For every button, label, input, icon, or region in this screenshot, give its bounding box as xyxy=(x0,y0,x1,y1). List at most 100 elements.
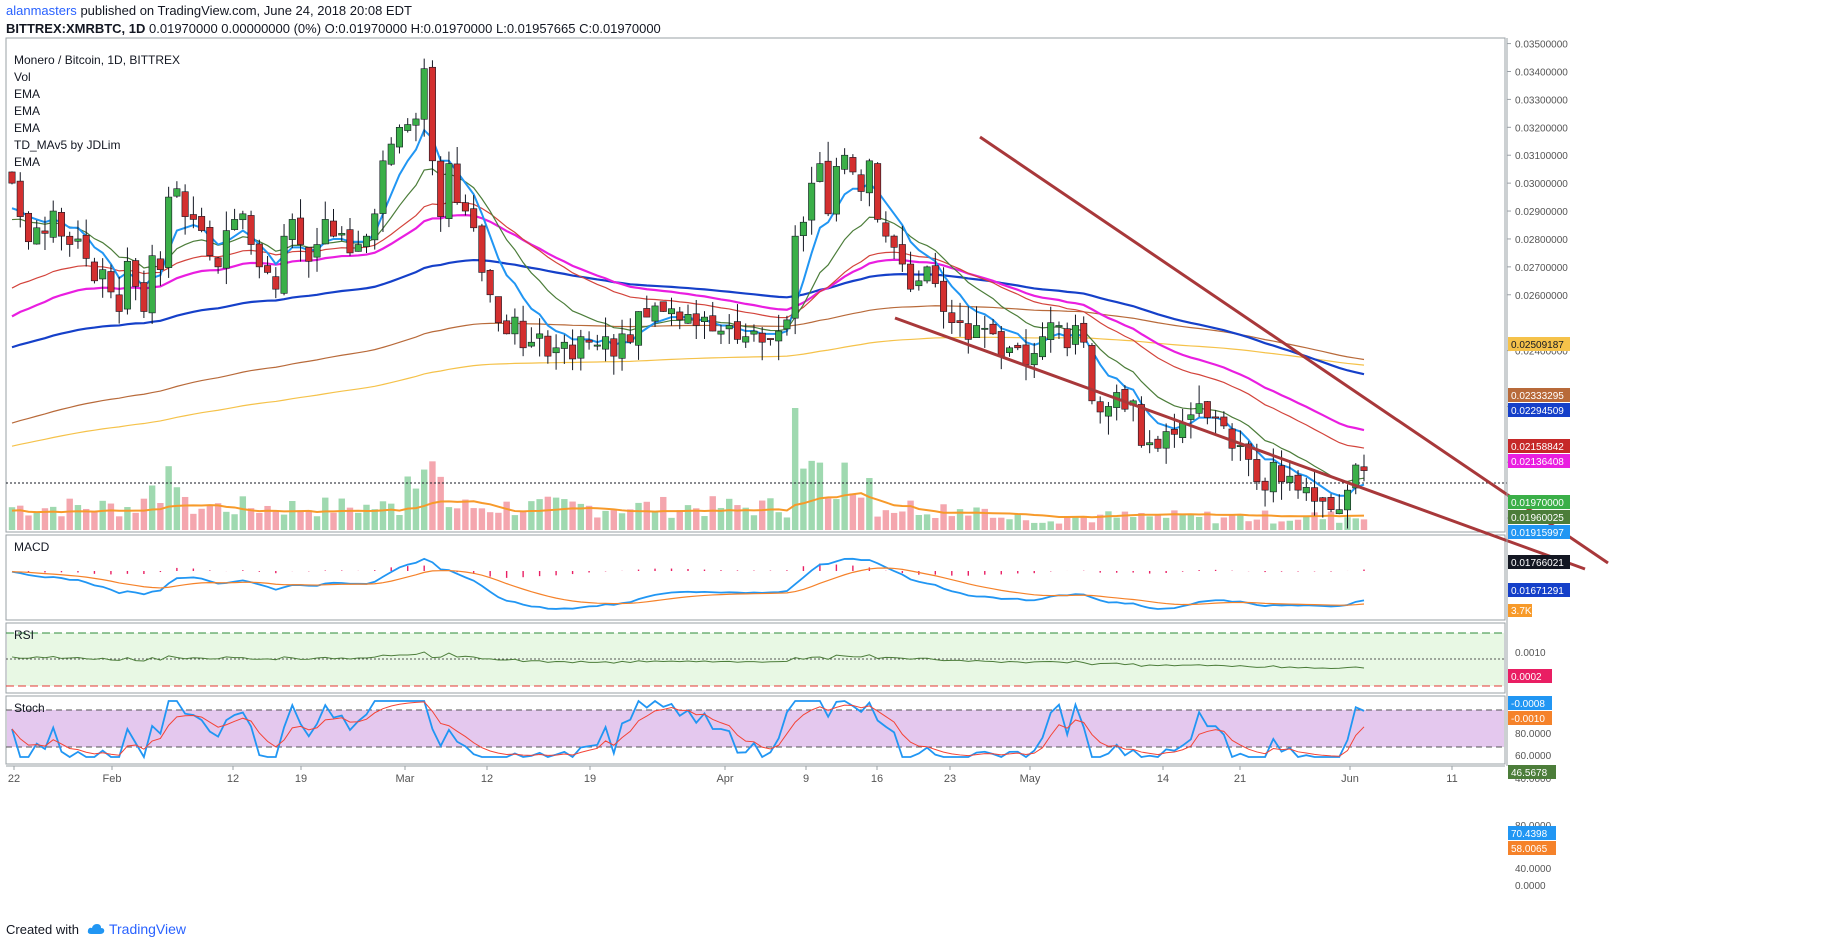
volume-bar xyxy=(1129,517,1137,530)
time-tick-label: 21 xyxy=(1234,773,1246,785)
volume-bar xyxy=(462,499,469,530)
bearish-candle xyxy=(82,234,90,259)
bearish-candle xyxy=(1319,497,1327,502)
bullish-candle xyxy=(816,163,824,182)
volume-bar xyxy=(495,512,502,530)
volume-bar xyxy=(107,503,115,530)
time-tick-label: 22 xyxy=(8,773,20,785)
time-tick-label: 14 xyxy=(1157,773,1169,785)
bearish-candle xyxy=(1261,480,1269,491)
price-label-value: 0.02509187 xyxy=(1511,340,1564,351)
bearish-candle xyxy=(1154,438,1162,449)
bullish-candle xyxy=(280,235,288,294)
price-tick-label: 0.02700000 xyxy=(1515,263,1568,274)
volume-bar xyxy=(857,497,865,530)
bullish-candle xyxy=(775,330,783,342)
volume-bar xyxy=(1006,519,1013,530)
legend-item: Vol xyxy=(14,70,31,84)
volume-bar xyxy=(1228,514,1236,530)
bearish-candle xyxy=(132,260,140,287)
volume-bar xyxy=(1047,521,1054,530)
bullish-candle xyxy=(618,333,626,359)
price-tick-label: 0.03300000 xyxy=(1515,95,1568,106)
price-chart[interactable]: MACD RSI Stoch 0.03500000 0.03400000 0.03300… xyxy=(0,0,1828,947)
legend-item: EMA xyxy=(14,121,40,135)
volume-bar xyxy=(1319,519,1326,530)
volume-bar xyxy=(569,501,576,530)
bullish-candle xyxy=(536,333,544,339)
price-label-value: 0.02158842 xyxy=(1511,442,1564,453)
bullish-candle xyxy=(1344,489,1352,511)
bullish-candle xyxy=(750,330,758,335)
volume-bar xyxy=(371,509,378,530)
bullish-candle xyxy=(387,143,395,165)
volume-bar xyxy=(429,461,436,530)
bullish-candle xyxy=(1038,336,1046,358)
volume-bar xyxy=(1212,523,1219,530)
stoch-axis-label: 40.0000 xyxy=(1515,864,1552,875)
volume-bar xyxy=(915,514,923,530)
bullish-candle xyxy=(1195,403,1203,414)
bearish-candle xyxy=(16,180,24,217)
volume-bar xyxy=(297,510,304,530)
volume-bar xyxy=(1064,517,1071,530)
rsi-axis-label: 80.0000 xyxy=(1515,729,1552,740)
time-tick-label: Mar xyxy=(396,773,415,785)
tradingview-logo[interactable]: TradingView xyxy=(87,921,186,937)
volume-bar xyxy=(412,488,420,530)
bearish-candle xyxy=(428,66,436,162)
volume-bar xyxy=(750,515,758,530)
volume-bar xyxy=(594,517,601,530)
volume-bar xyxy=(965,515,972,530)
volume-bar xyxy=(132,512,139,530)
stoch-label: Stoch xyxy=(14,701,45,715)
bullish-candle xyxy=(1030,353,1038,366)
bearish-candle xyxy=(907,263,915,290)
bullish-candle xyxy=(742,336,750,343)
bearish-candle xyxy=(107,271,115,293)
volume-bar xyxy=(148,485,156,530)
bullish-candle xyxy=(354,244,362,252)
bullish-candle xyxy=(123,260,131,310)
time-tick-label: Jun xyxy=(1341,773,1359,785)
price-label-value: 0.02136408 xyxy=(1511,457,1564,468)
volume-bar xyxy=(1360,519,1368,530)
volume-bar xyxy=(231,514,238,530)
bullish-candle xyxy=(635,311,643,346)
volume-bar xyxy=(890,512,898,530)
bullish-candle xyxy=(651,305,659,322)
volume-bar xyxy=(1162,517,1170,530)
bearish-candle xyxy=(189,214,197,220)
volume-bar xyxy=(668,517,675,530)
bearish-candle xyxy=(90,261,98,282)
bearish-candle xyxy=(519,320,527,349)
volume-bar xyxy=(775,512,782,530)
bearish-candle xyxy=(1311,487,1319,502)
price-label-value: 0.01970000 xyxy=(1511,498,1564,509)
bearish-candle xyxy=(1014,344,1022,349)
stoch-band xyxy=(7,710,1504,747)
bullish-candle xyxy=(379,160,387,214)
volume-bar xyxy=(899,511,906,530)
volume-bar xyxy=(833,499,840,530)
bullish-candle xyxy=(1187,414,1195,420)
macd-value: -0.0008 xyxy=(1511,699,1545,710)
bullish-candle xyxy=(99,269,107,280)
macd-value: 0.0002 xyxy=(1511,672,1542,683)
bullish-candle xyxy=(1055,325,1063,328)
volume-bar xyxy=(1237,514,1244,530)
volume-bar xyxy=(561,499,568,530)
bearish-candle xyxy=(569,344,577,360)
volume-bar xyxy=(701,516,708,530)
volume-bar xyxy=(585,505,593,530)
volume-bar xyxy=(1294,519,1302,530)
volume-bar xyxy=(1113,517,1120,530)
time-tick-label: May xyxy=(1020,773,1041,785)
bullish-candle xyxy=(1302,487,1310,494)
bullish-candle xyxy=(1179,422,1187,438)
bullish-candle xyxy=(973,325,981,339)
bullish-candle xyxy=(799,221,807,236)
volume-bar xyxy=(940,504,947,530)
price-tick-label: 0.03200000 xyxy=(1515,123,1568,134)
volume-bar xyxy=(709,496,716,530)
